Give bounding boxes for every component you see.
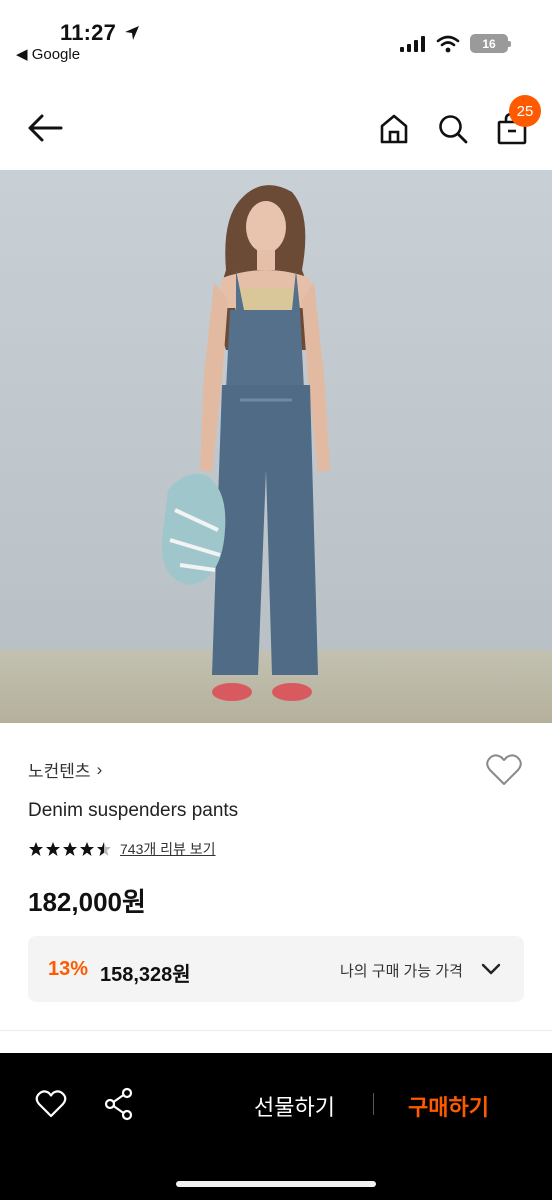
rating-row: 743개 리뷰 보기	[28, 839, 216, 859]
location-arrow-icon	[125, 26, 139, 40]
bottom-action-bar: 선물하기 구매하기	[0, 1053, 552, 1200]
status-time: 11:27	[60, 20, 117, 45]
chevron-down-icon	[481, 963, 501, 975]
discount-percent: 13%	[48, 958, 89, 980]
signal-icon	[400, 35, 425, 52]
brand-chevron-icon: ›	[96, 759, 103, 779]
product-name: Denim suspenders pants	[28, 800, 239, 821]
cart-count-badge: 25	[509, 95, 541, 127]
wishlist-heart-icon[interactable]	[35, 1089, 67, 1119]
status-bar: 11:27 ◀ Google 16	[0, 0, 552, 80]
product-image[interactable]	[0, 170, 552, 723]
star-icon	[63, 842, 77, 856]
home-icon[interactable]	[376, 111, 412, 147]
star-icon	[46, 842, 60, 856]
original-price: 182,000원	[28, 887, 146, 917]
battery-level: 16	[482, 36, 496, 51]
home-indicator	[176, 1181, 376, 1187]
search-icon[interactable]	[435, 111, 471, 147]
status-indicators: 16	[400, 34, 511, 53]
review-link[interactable]: 743개 리뷰 보기	[120, 839, 216, 859]
back-arrow-icon[interactable]	[25, 110, 65, 146]
my-price-dropdown[interactable]: 13% 158,328원 나의 구매 가능 가격	[28, 936, 524, 1002]
star-rating	[28, 841, 112, 857]
brand-name: 노컨텐츠	[28, 762, 91, 781]
battery-icon: 16	[470, 34, 511, 53]
buy-button[interactable]: 구매하기	[408, 1090, 489, 1122]
star-icon	[29, 842, 43, 856]
cart-count: 25	[516, 102, 534, 120]
star-icon	[80, 842, 94, 856]
star-half-icon	[97, 842, 111, 856]
share-icon[interactable]	[104, 1087, 134, 1121]
my-price-label: 나의 구매 가능 가격	[340, 963, 463, 980]
wifi-icon	[436, 35, 460, 52]
gift-button[interactable]: 선물하기	[254, 1090, 335, 1122]
back-to-google-link[interactable]: ◀ Google	[16, 45, 80, 63]
button-separator	[373, 1093, 374, 1115]
like-heart-icon[interactable]	[485, 752, 523, 788]
top-nav: 25	[0, 80, 552, 170]
section-divider	[0, 1030, 552, 1031]
discount-price: 158,328원	[100, 964, 191, 986]
brand-link[interactable]: 노컨텐츠 ›	[28, 757, 102, 782]
